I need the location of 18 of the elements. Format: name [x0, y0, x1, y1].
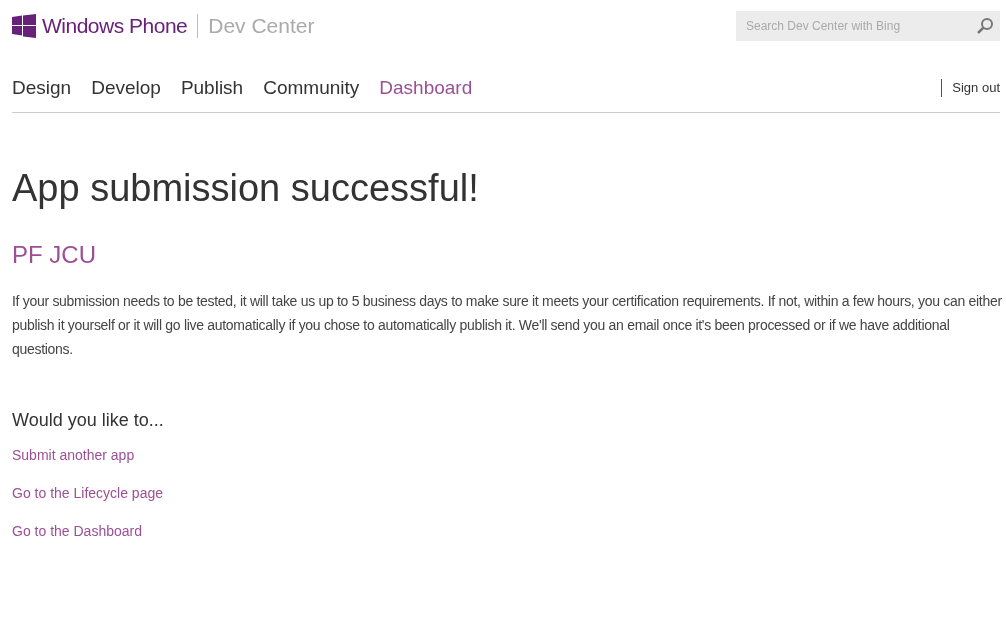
action-link[interactable]: Go to the Lifecycle page [12, 485, 163, 500]
search-icon[interactable] [976, 16, 994, 35]
action-link[interactable]: Submit another app [12, 447, 135, 462]
nav-tab[interactable]: Publish [180, 73, 244, 102]
nav-tab[interactable]: Design [12, 73, 72, 102]
search-field[interactable]: Search Dev Center with Bing [736, 10, 1000, 41]
nav-tab[interactable]: Community [263, 73, 360, 102]
nav-tab[interactable]: Develop [91, 73, 161, 102]
sign-out-link[interactable]: Sign out [952, 78, 1000, 98]
next-heading: Would you like to... [12, 408, 165, 432]
app-name: PF JCU [12, 239, 97, 270]
windows-logo-icon [12, 13, 36, 38]
page-title: App submission successful! [12, 166, 480, 211]
message-text: If your submission needs to be tested, it will take us up to 5 business days to make sure it meets your certification requirements. If not, within a few hours, you can either publish it yourself or it will go live automatically if you chose to automatically publish it. We'll send you an email once it's been processed or if we have additional questions. [12, 291, 1002, 359]
nav-tab[interactable]: Dashboard [379, 73, 473, 102]
section-name: Dev Center [208, 13, 315, 39]
brand-name: Windows Phone [42, 13, 188, 39]
action-link[interactable]: Go to the Dashboard [12, 523, 142, 538]
